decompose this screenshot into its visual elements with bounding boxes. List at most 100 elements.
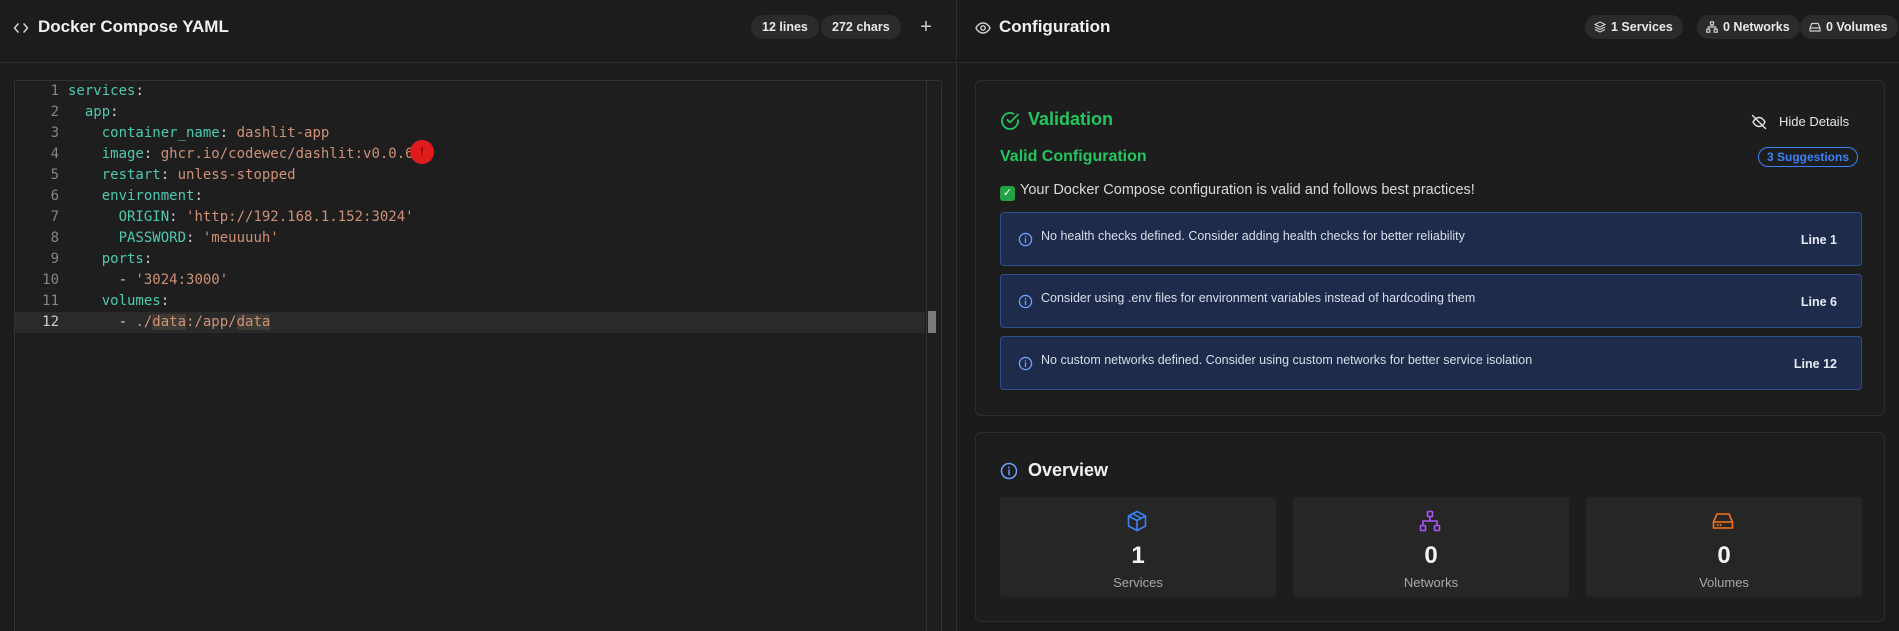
yaml-value: 'http://192.168.1.152:3024': [186, 209, 414, 225]
line-number: 1: [50, 83, 59, 99]
yaml-punctuation: :: [219, 125, 237, 141]
code-line[interactable]: 2 app:: [15, 102, 925, 123]
info-icon: [1018, 294, 1033, 309]
networks-label: Networks: [1403, 575, 1459, 590]
suggestion-item[interactable]: No custom networks defined. Consider usi…: [1000, 336, 1862, 390]
code-line[interactable]: 3 container_name: dashlit-app: [15, 123, 925, 144]
line-number: 6: [50, 188, 59, 204]
eye-off-icon: [1751, 114, 1767, 130]
eye-icon: [975, 22, 991, 34]
yaml-punctuation: [68, 293, 102, 309]
suggestion-text: No custom networks defined. Consider usi…: [1041, 353, 1533, 367]
yaml-value: data: [236, 314, 271, 330]
line-number: 4: [50, 146, 59, 162]
line-content: PASSWORD: 'meuuuuh': [68, 228, 279, 249]
yaml-punctuation: :: [160, 293, 170, 309]
code-line[interactable]: 7 ORIGIN: 'http://192.168.1.152:3024': [15, 207, 925, 228]
yaml-key: image: [101, 146, 144, 162]
hide-details-label: Hide Details: [1779, 114, 1850, 129]
hard-drive-icon: [1809, 22, 1821, 32]
line-content: image: ghcr.io/codewec/dashlit:v0.0.6: [68, 144, 414, 165]
line-content: volumes:: [68, 291, 169, 312]
configuration-title: Configuration: [999, 17, 1111, 36]
line-number: 7: [50, 209, 59, 225]
yaml-value: 'meuuuuh': [202, 230, 279, 246]
code-line[interactable]: 9 ports:: [15, 249, 925, 270]
code-line[interactable]: 6 environment:: [15, 186, 925, 207]
yaml-punctuation: -: [68, 272, 136, 288]
suggestion-item[interactable]: Consider using .env files for environmen…: [1000, 274, 1862, 328]
code-icon: [13, 23, 29, 33]
code-editor[interactable]: 1 services: 2 app: 3 container_name: dashli…: [14, 80, 942, 631]
code-line[interactable]: 1 services:: [15, 81, 925, 102]
scrollbar-thumb[interactable]: [928, 311, 936, 333]
chars-count-badge: 272 chars: [821, 15, 901, 39]
layers-icon: [1594, 21, 1606, 33]
code-line[interactable]: 8 PASSWORD: 'meuuuuh': [15, 228, 925, 249]
configuration-header: Configuration 1 Services 0 Networks 0 Vo…: [958, 0, 1899, 63]
hide-details-button[interactable]: Hide Details: [1751, 111, 1849, 133]
check-mark-icon: ✓: [1000, 186, 1015, 201]
yaml-punctuation: [68, 230, 119, 246]
suggestion-line: Line 1: [1800, 233, 1837, 247]
editor-scrollbar[interactable]: [926, 81, 941, 631]
info-icon: [1000, 462, 1018, 480]
yaml-punctuation: [68, 146, 102, 162]
code-line[interactable]: 5 restart: unless-stopped: [15, 165, 925, 186]
network-icon: [1706, 21, 1718, 33]
volumes-badge-label: 0 Volumes: [1826, 20, 1888, 34]
line-content: container_name: dashlit-app: [68, 123, 330, 144]
line-number: 9: [50, 251, 59, 267]
overview-title: Overview: [1028, 460, 1109, 480]
editor-title: Docker Compose YAML: [38, 17, 229, 36]
volumes-stat: 0 Volumes: [1586, 497, 1862, 597]
line-number: 5: [50, 167, 59, 183]
lines-count-badge: 12 lines: [751, 15, 819, 39]
yaml-key: volumes: [101, 293, 161, 309]
error-marker[interactable]: !: [410, 140, 434, 164]
networks-stat: 0 Networks: [1293, 497, 1569, 597]
yaml-punctuation: :: [194, 188, 203, 204]
yaml-punctuation: :: [143, 251, 153, 267]
yaml-value: unless-stopped: [177, 167, 296, 183]
yaml-punctuation: -: [68, 314, 136, 330]
validation-message-text: Your Docker Compose configuration is val…: [1020, 182, 1475, 198]
networks-count: 0: [1424, 542, 1438, 569]
services-badge: 1 Services: [1585, 15, 1683, 39]
services-badge-label: 1 Services: [1611, 20, 1673, 34]
box-icon: [1127, 510, 1147, 532]
suggestion-text: Consider using .env files for environmen…: [1041, 291, 1476, 305]
yaml-value: dashlit-app: [236, 125, 330, 141]
suggestion-text: No health checks defined. Consider addin…: [1041, 229, 1465, 243]
yaml-key: ports: [101, 251, 144, 267]
line-content: services:: [68, 81, 144, 102]
yaml-value: '3024:3000': [135, 272, 229, 288]
yaml-punctuation: [68, 251, 102, 267]
networks-badge-label: 0 Networks: [1723, 20, 1790, 34]
line-content: ports:: [68, 249, 153, 270]
yaml-value: :/app/: [186, 314, 237, 330]
code-line[interactable]: 11 volumes:: [15, 291, 925, 312]
suggestion-item[interactable]: No health checks defined. Consider addin…: [1000, 212, 1862, 266]
yaml-punctuation: :: [169, 209, 187, 225]
yaml-key: services: [68, 83, 136, 99]
yaml-value: ghcr.io/codewec/dashlit:v0.0.6: [160, 146, 414, 162]
line-content: app:: [68, 102, 119, 123]
suggestion-line: Line 12: [1793, 357, 1837, 371]
yaml-punctuation: [68, 209, 119, 225]
networks-badge: 0 Networks: [1697, 15, 1800, 39]
code-line[interactable]: 12 - ./data:/app/data: [15, 312, 925, 333]
yaml-punctuation: [68, 125, 102, 141]
code-line[interactable]: 4 image: ghcr.io/codewec/dashlit:v0.0.6: [15, 144, 925, 165]
line-number: 3: [50, 125, 59, 141]
add-button[interactable]: +: [915, 17, 937, 39]
volumes-label: Volumes: [1699, 575, 1749, 590]
yaml-punctuation: [68, 167, 102, 183]
line-number: 10: [42, 272, 59, 288]
yaml-punctuation: [68, 188, 102, 204]
services-count: 1: [1131, 542, 1145, 569]
volumes-badge: 0 Volumes: [1800, 15, 1898, 39]
code-line[interactable]: 10 - '3024:3000': [15, 270, 925, 291]
line-content: ORIGIN: 'http://192.168.1.152:3024': [68, 207, 414, 228]
services-label: Services: [1113, 575, 1163, 590]
